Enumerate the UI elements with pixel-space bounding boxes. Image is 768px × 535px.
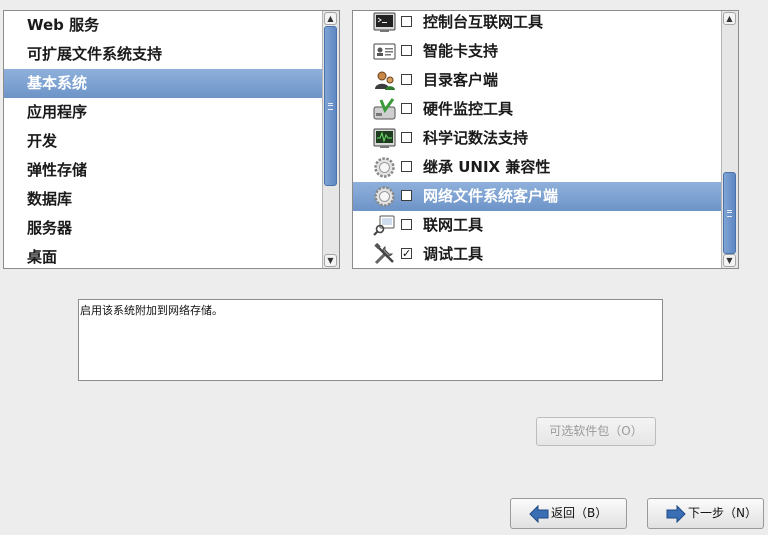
category-scrollbar-thumb[interactable]	[324, 26, 337, 186]
gear-icon	[373, 185, 396, 208]
back-button[interactable]: 返回（B）	[510, 498, 627, 529]
group-item-network-filesystem-client[interactable]: 网络文件系统客户端	[353, 182, 721, 211]
category-item-development[interactable]: 开发	[4, 127, 322, 156]
category-item-applications[interactable]: 应用程序	[4, 98, 322, 127]
group-label: 控制台互联网工具	[423, 13, 544, 31]
group-label: 科学记数法支持	[423, 129, 529, 147]
group-label: 硬件监控工具	[423, 100, 514, 118]
group-item-smart-card-support[interactable]: 智能卡支持	[353, 37, 721, 66]
hardware-monitor-icon	[373, 98, 396, 121]
group-label: 网络文件系统客户端	[423, 187, 559, 205]
group-item-console-internet-tools[interactable]: 控制台互联网工具	[353, 11, 721, 37]
category-item-databases[interactable]: 数据库	[4, 185, 322, 214]
category-item-base-system[interactable]: 基本系统	[4, 69, 322, 98]
back-button-label: 返回（B）	[551, 506, 608, 520]
next-button-label: 下一步（N）	[688, 506, 757, 520]
network-tool-icon	[373, 214, 396, 237]
category-item-servers[interactable]: 服务器	[4, 214, 322, 243]
gear-icon	[373, 156, 396, 179]
group-description: 启用该系统附加到网络存储。	[78, 299, 663, 381]
group-label: 继承 UNIX 兼容性	[423, 158, 551, 176]
group-checkbox[interactable]	[401, 45, 412, 56]
group-checkbox[interactable]	[401, 219, 412, 230]
category-item-resilient-storage[interactable]: 弹性存储	[4, 156, 322, 185]
next-button[interactable]: 下一步（N）	[647, 498, 764, 529]
group-scrollbar[interactable]: ▲ ▼	[721, 11, 738, 268]
group-item-hardware-monitoring[interactable]: 硬件监控工具	[353, 95, 721, 124]
scroll-up-arrow-icon[interactable]: ▲	[723, 12, 736, 25]
group-checkbox[interactable]	[401, 74, 412, 85]
back-arrow-icon	[529, 505, 549, 523]
category-scrollbar[interactable]: ▲ ▼	[322, 11, 339, 268]
terminal-icon	[373, 11, 396, 34]
directory-users-icon	[373, 69, 396, 92]
group-item-directory-client[interactable]: 目录客户端	[353, 66, 721, 95]
tools-icon	[373, 243, 396, 266]
smartcard-icon	[373, 40, 396, 63]
scroll-down-arrow-icon[interactable]: ▼	[723, 254, 736, 267]
group-item-scientific-notation[interactable]: 科学记数法支持	[353, 124, 721, 153]
category-item-web-services[interactable]: Web 服务	[4, 11, 322, 40]
group-label: 目录客户端	[423, 71, 499, 89]
group-checkbox[interactable]	[401, 161, 412, 172]
group-item-debugging-tools[interactable]: ✓ 调试工具	[353, 240, 721, 268]
optional-packages-button[interactable]: 可选软件包（O）	[536, 417, 656, 446]
category-item-scalable-filesystem[interactable]: 可扩展文件系统支持	[4, 40, 322, 69]
forward-arrow-icon	[666, 505, 686, 523]
scientific-monitor-icon	[373, 127, 396, 150]
group-checkbox[interactable]: ✓	[401, 248, 412, 259]
group-checkbox[interactable]	[401, 190, 412, 201]
group-checkbox[interactable]	[401, 16, 412, 27]
scroll-down-arrow-icon[interactable]: ▼	[324, 254, 337, 267]
category-list-panel[interactable]: Web 服务 可扩展文件系统支持 基本系统 应用程序 开发 弹性存储 数据库 服…	[3, 10, 340, 269]
group-list-panel[interactable]: 控制台互联网工具 智能卡支持 目录客户端 硬件监控工具 科学记数法支持 继承 U…	[352, 10, 739, 269]
group-item-legacy-unix-compat[interactable]: 继承 UNIX 兼容性	[353, 153, 721, 182]
scroll-up-arrow-icon[interactable]: ▲	[324, 12, 337, 25]
group-item-networking-tools[interactable]: 联网工具	[353, 211, 721, 240]
group-checkbox[interactable]	[401, 132, 412, 143]
group-scrollbar-thumb[interactable]	[723, 172, 736, 254]
group-checkbox[interactable]	[401, 103, 412, 114]
group-label: 调试工具	[423, 245, 484, 263]
category-item-desktop[interactable]: 桌面	[4, 243, 322, 268]
group-label: 联网工具	[423, 216, 484, 234]
group-label: 智能卡支持	[423, 42, 499, 60]
